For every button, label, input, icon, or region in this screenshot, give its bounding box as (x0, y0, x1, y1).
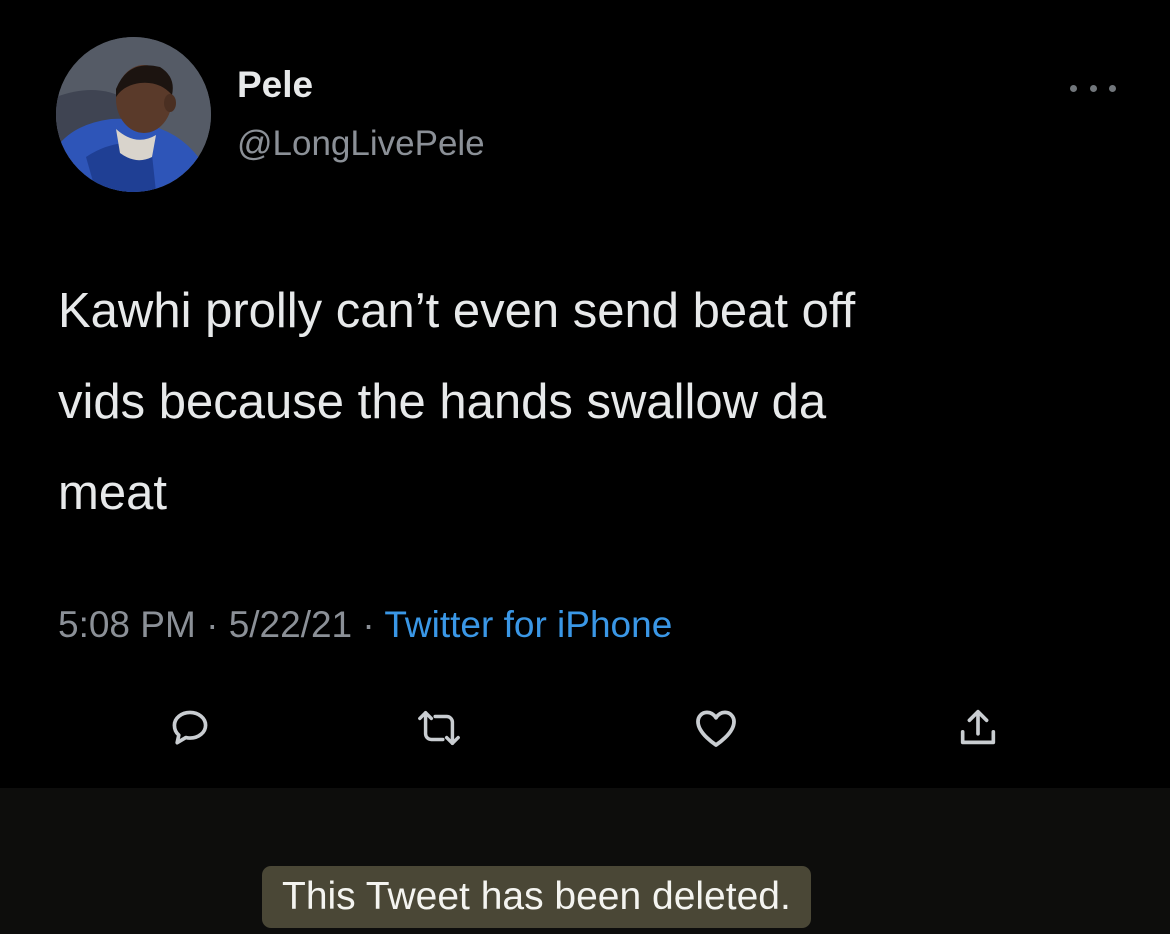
more-options-icon[interactable] (1070, 78, 1116, 98)
tweet-source-link[interactable]: Twitter for iPhone (384, 604, 672, 645)
reply-icon (172, 710, 208, 745)
meta-separator: · (352, 604, 385, 645)
avatar[interactable] (56, 37, 211, 192)
like-button[interactable] (691, 703, 741, 753)
avatar-image (56, 37, 211, 192)
share-icon (960, 709, 996, 745)
meta-separator: · (195, 604, 229, 645)
deleted-caption: This Tweet has been deleted. (262, 866, 811, 928)
share-button[interactable] (953, 703, 1003, 753)
tweet-meta: 5:08 PM · 5/22/21 · Twitter for iPhone (58, 606, 672, 643)
retweet-button[interactable] (414, 703, 464, 753)
more-dot (1089, 84, 1097, 92)
more-dot (1070, 84, 1077, 92)
tweet-date: 5/22/21 (228, 604, 353, 645)
tweet-card: Pele @LongLivePele Kawhi prolly can’t ev… (0, 0, 1170, 788)
reply-button[interactable] (165, 703, 215, 753)
like-icon (696, 710, 736, 747)
retweet-icon (418, 710, 460, 746)
tweet-text: Kawhi prolly can’t even send beat off vi… (58, 284, 856, 520)
author-display-name[interactable]: Pele (237, 66, 313, 103)
more-dot (1109, 84, 1116, 92)
author-handle[interactable]: @LongLivePele (237, 126, 485, 161)
tweet-time: 5:08 PM (58, 604, 196, 645)
